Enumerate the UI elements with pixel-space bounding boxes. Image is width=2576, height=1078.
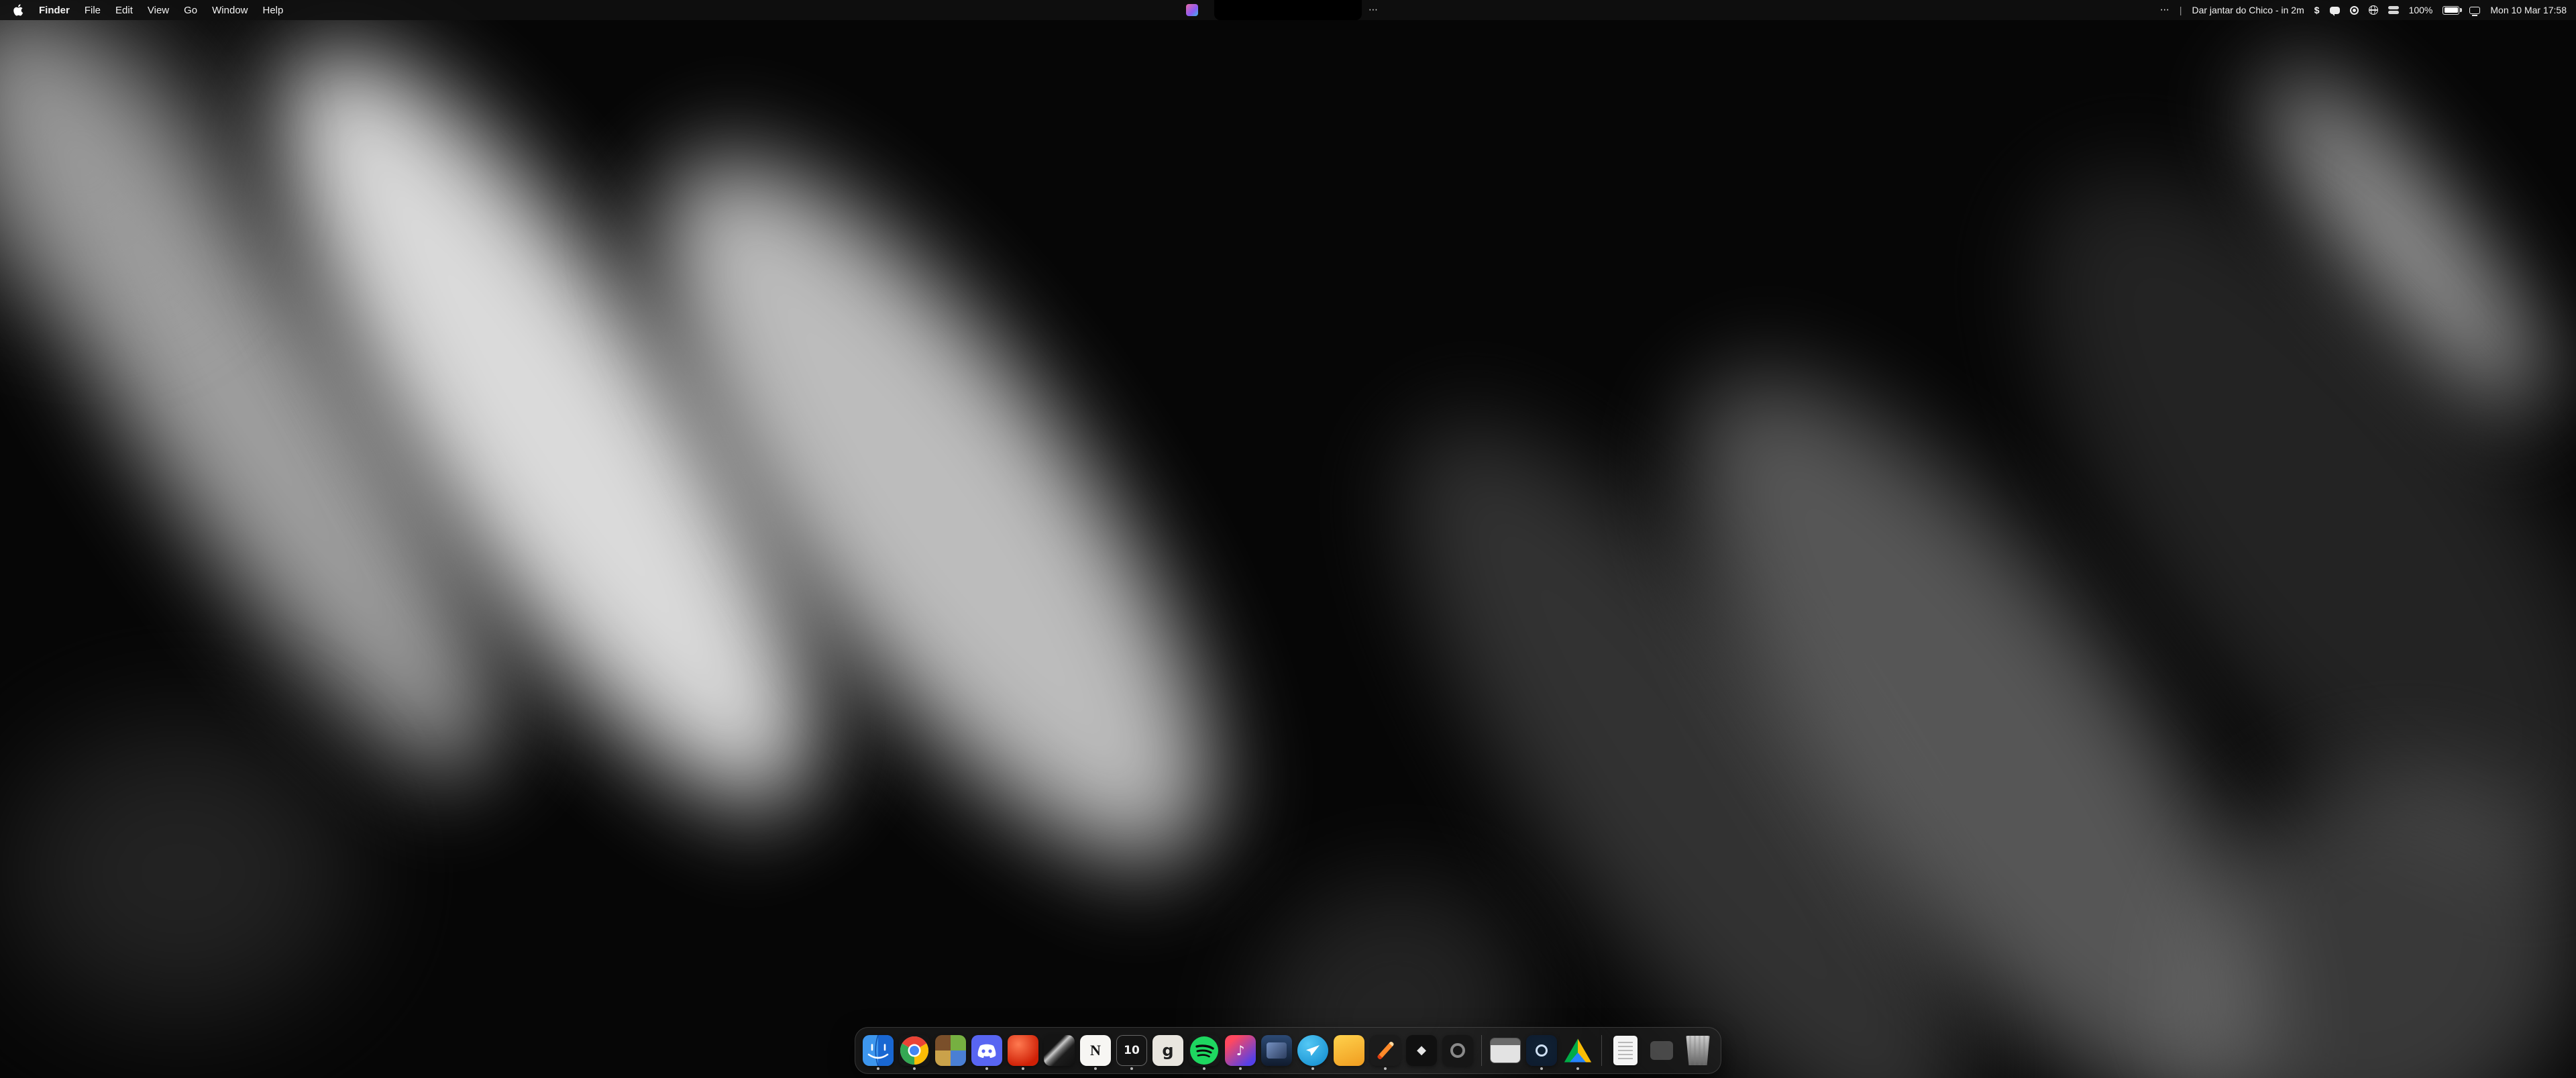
document-file-icon: [1613, 1036, 1638, 1065]
discord-dock-icon[interactable]: [971, 1032, 1003, 1069]
layers-app-dock-icon[interactable]: [1043, 1032, 1075, 1069]
menu-help[interactable]: Help: [256, 5, 291, 16]
menubar-overflow-icon[interactable]: ⋯: [1368, 0, 1378, 20]
globe-icon[interactable]: [2369, 5, 2378, 15]
media-app-dock-icon[interactable]: [1260, 1032, 1293, 1069]
notion-icon: N: [1080, 1035, 1111, 1066]
chrome-icon: [899, 1035, 930, 1066]
menu-window[interactable]: Window: [205, 5, 255, 16]
chrome-dock-icon[interactable]: [898, 1032, 930, 1069]
onepassword-dock-icon[interactable]: [1525, 1032, 1558, 1069]
music-app-icon: ♪: [1225, 1035, 1256, 1066]
active-app-menu[interactable]: Finder: [32, 5, 77, 16]
granola-notes-dock-icon[interactable]: g: [1152, 1032, 1184, 1069]
running-indicator-dot: [1576, 1067, 1579, 1070]
apple-menu-icon[interactable]: [13, 3, 25, 17]
battery-percent: 100%: [2409, 5, 2433, 15]
google-drive-dock-icon[interactable]: [1562, 1032, 1594, 1069]
gear-icon[interactable]: [2350, 6, 2359, 15]
trash-icon: [1684, 1036, 1711, 1065]
red-app-icon: [1008, 1035, 1038, 1066]
menu-file[interactable]: File: [77, 5, 108, 16]
yellow-app-dock-icon[interactable]: [1333, 1032, 1365, 1069]
camera-notch: [1214, 0, 1362, 20]
granola-notes-icon: g: [1152, 1035, 1183, 1066]
finder-icon: [863, 1035, 894, 1066]
running-indicator-dot: [1130, 1067, 1133, 1070]
onepassword-detail: [1536, 1044, 1548, 1057]
media-app-icon: [1261, 1035, 1292, 1066]
cursor-app-icon: ◆: [1406, 1035, 1437, 1066]
running-indicator-dot: [985, 1067, 988, 1070]
running-indicator-dot: [877, 1067, 879, 1070]
display-icon[interactable]: [2469, 7, 2480, 14]
menu-view[interactable]: View: [140, 5, 176, 16]
spotify-dock-icon[interactable]: [1188, 1032, 1220, 1069]
telegram-dock-icon[interactable]: [1297, 1032, 1329, 1069]
trash-dock-icon[interactable]: [1682, 1032, 1714, 1069]
ring-app-dock-icon[interactable]: [1442, 1032, 1474, 1069]
screenshot-preview-icon: [1491, 1038, 1520, 1063]
mosaic-app-dock-icon[interactable]: [934, 1032, 967, 1069]
chat-icon[interactable]: [2330, 7, 2340, 14]
pencil-app-dock-icon[interactable]: [1369, 1032, 1401, 1069]
discord-icon: [971, 1035, 1002, 1066]
menubar-app-icon[interactable]: [1186, 4, 1198, 16]
downloads-stack-dock-icon[interactable]: [1646, 1032, 1678, 1069]
telegram-icon: [1297, 1035, 1328, 1066]
screenshot-preview-dock-icon[interactable]: [1489, 1032, 1521, 1069]
menu-edit[interactable]: Edit: [108, 5, 140, 16]
finder-dock-icon[interactable]: [862, 1032, 894, 1069]
control-center-icon[interactable]: [2388, 6, 2399, 14]
pencil-app-icon: [1370, 1035, 1401, 1066]
notion-dock-icon[interactable]: N: [1079, 1032, 1112, 1069]
downloads-stack-icon: [1650, 1041, 1673, 1060]
media-app-detail: [1267, 1042, 1287, 1059]
menu-bar-status-area: ⋯ | Dar jantar do Chico - in 2m $ 100% M…: [2160, 5, 2567, 15]
dock: N10g ♪ ◆: [855, 1027, 1721, 1074]
cursor-app-dock-icon[interactable]: ◆: [1405, 1032, 1438, 1069]
hidden-items-icon[interactable]: ⋯: [2160, 5, 2169, 15]
menu-go[interactable]: Go: [176, 5, 205, 16]
google-drive-icon: [1564, 1038, 1592, 1063]
status-divider: |: [2180, 5, 2182, 15]
running-indicator-dot: [1203, 1067, 1205, 1070]
running-indicator-dot: [1094, 1067, 1097, 1070]
running-indicator-dot: [1540, 1067, 1543, 1070]
running-indicator-dot: [913, 1067, 916, 1070]
onepassword-icon: [1526, 1035, 1557, 1066]
running-indicator-dot: [1239, 1067, 1242, 1070]
mosaic-app-icon: [935, 1035, 966, 1066]
dock-separator: [1601, 1035, 1602, 1066]
document-file-detail: [1618, 1042, 1633, 1059]
dollar-icon[interactable]: $: [2314, 5, 2320, 15]
desktop-wallpaper: [0, 0, 2576, 1078]
ring-app-detail: [1450, 1043, 1465, 1058]
red-app-dock-icon[interactable]: [1007, 1032, 1039, 1069]
menu-bar: Finder File Edit View Go Window Help ⋯ ⋯…: [0, 0, 2576, 20]
desktop: Finder File Edit View Go Window Help ⋯ ⋯…: [0, 0, 2576, 1078]
ring-app-icon: [1442, 1035, 1473, 1066]
telegram-detail: [1306, 1045, 1320, 1056]
running-indicator-dot: [1311, 1067, 1314, 1070]
layers-app-icon: [1044, 1035, 1075, 1066]
battery-icon[interactable]: [2443, 6, 2459, 15]
running-indicator-dot: [1384, 1067, 1387, 1070]
music-app-dock-icon[interactable]: ♪: [1224, 1032, 1256, 1069]
running-indicator-dot: [1022, 1067, 1024, 1070]
document-file-dock-icon[interactable]: [1609, 1032, 1642, 1069]
menu-bar-clock[interactable]: Mon 10 Mar 17:58: [2490, 5, 2567, 15]
pencil-app-detail: [1377, 1041, 1395, 1060]
yellow-app-icon: [1334, 1035, 1364, 1066]
calendar-day-dock-icon[interactable]: 10: [1116, 1032, 1148, 1069]
calendar-day-icon: 10: [1116, 1035, 1147, 1066]
spotify-icon: [1189, 1035, 1220, 1066]
dock-separator: [1481, 1035, 1482, 1066]
reminder-menu-item[interactable]: Dar jantar do Chico - in 2m: [2192, 5, 2304, 15]
